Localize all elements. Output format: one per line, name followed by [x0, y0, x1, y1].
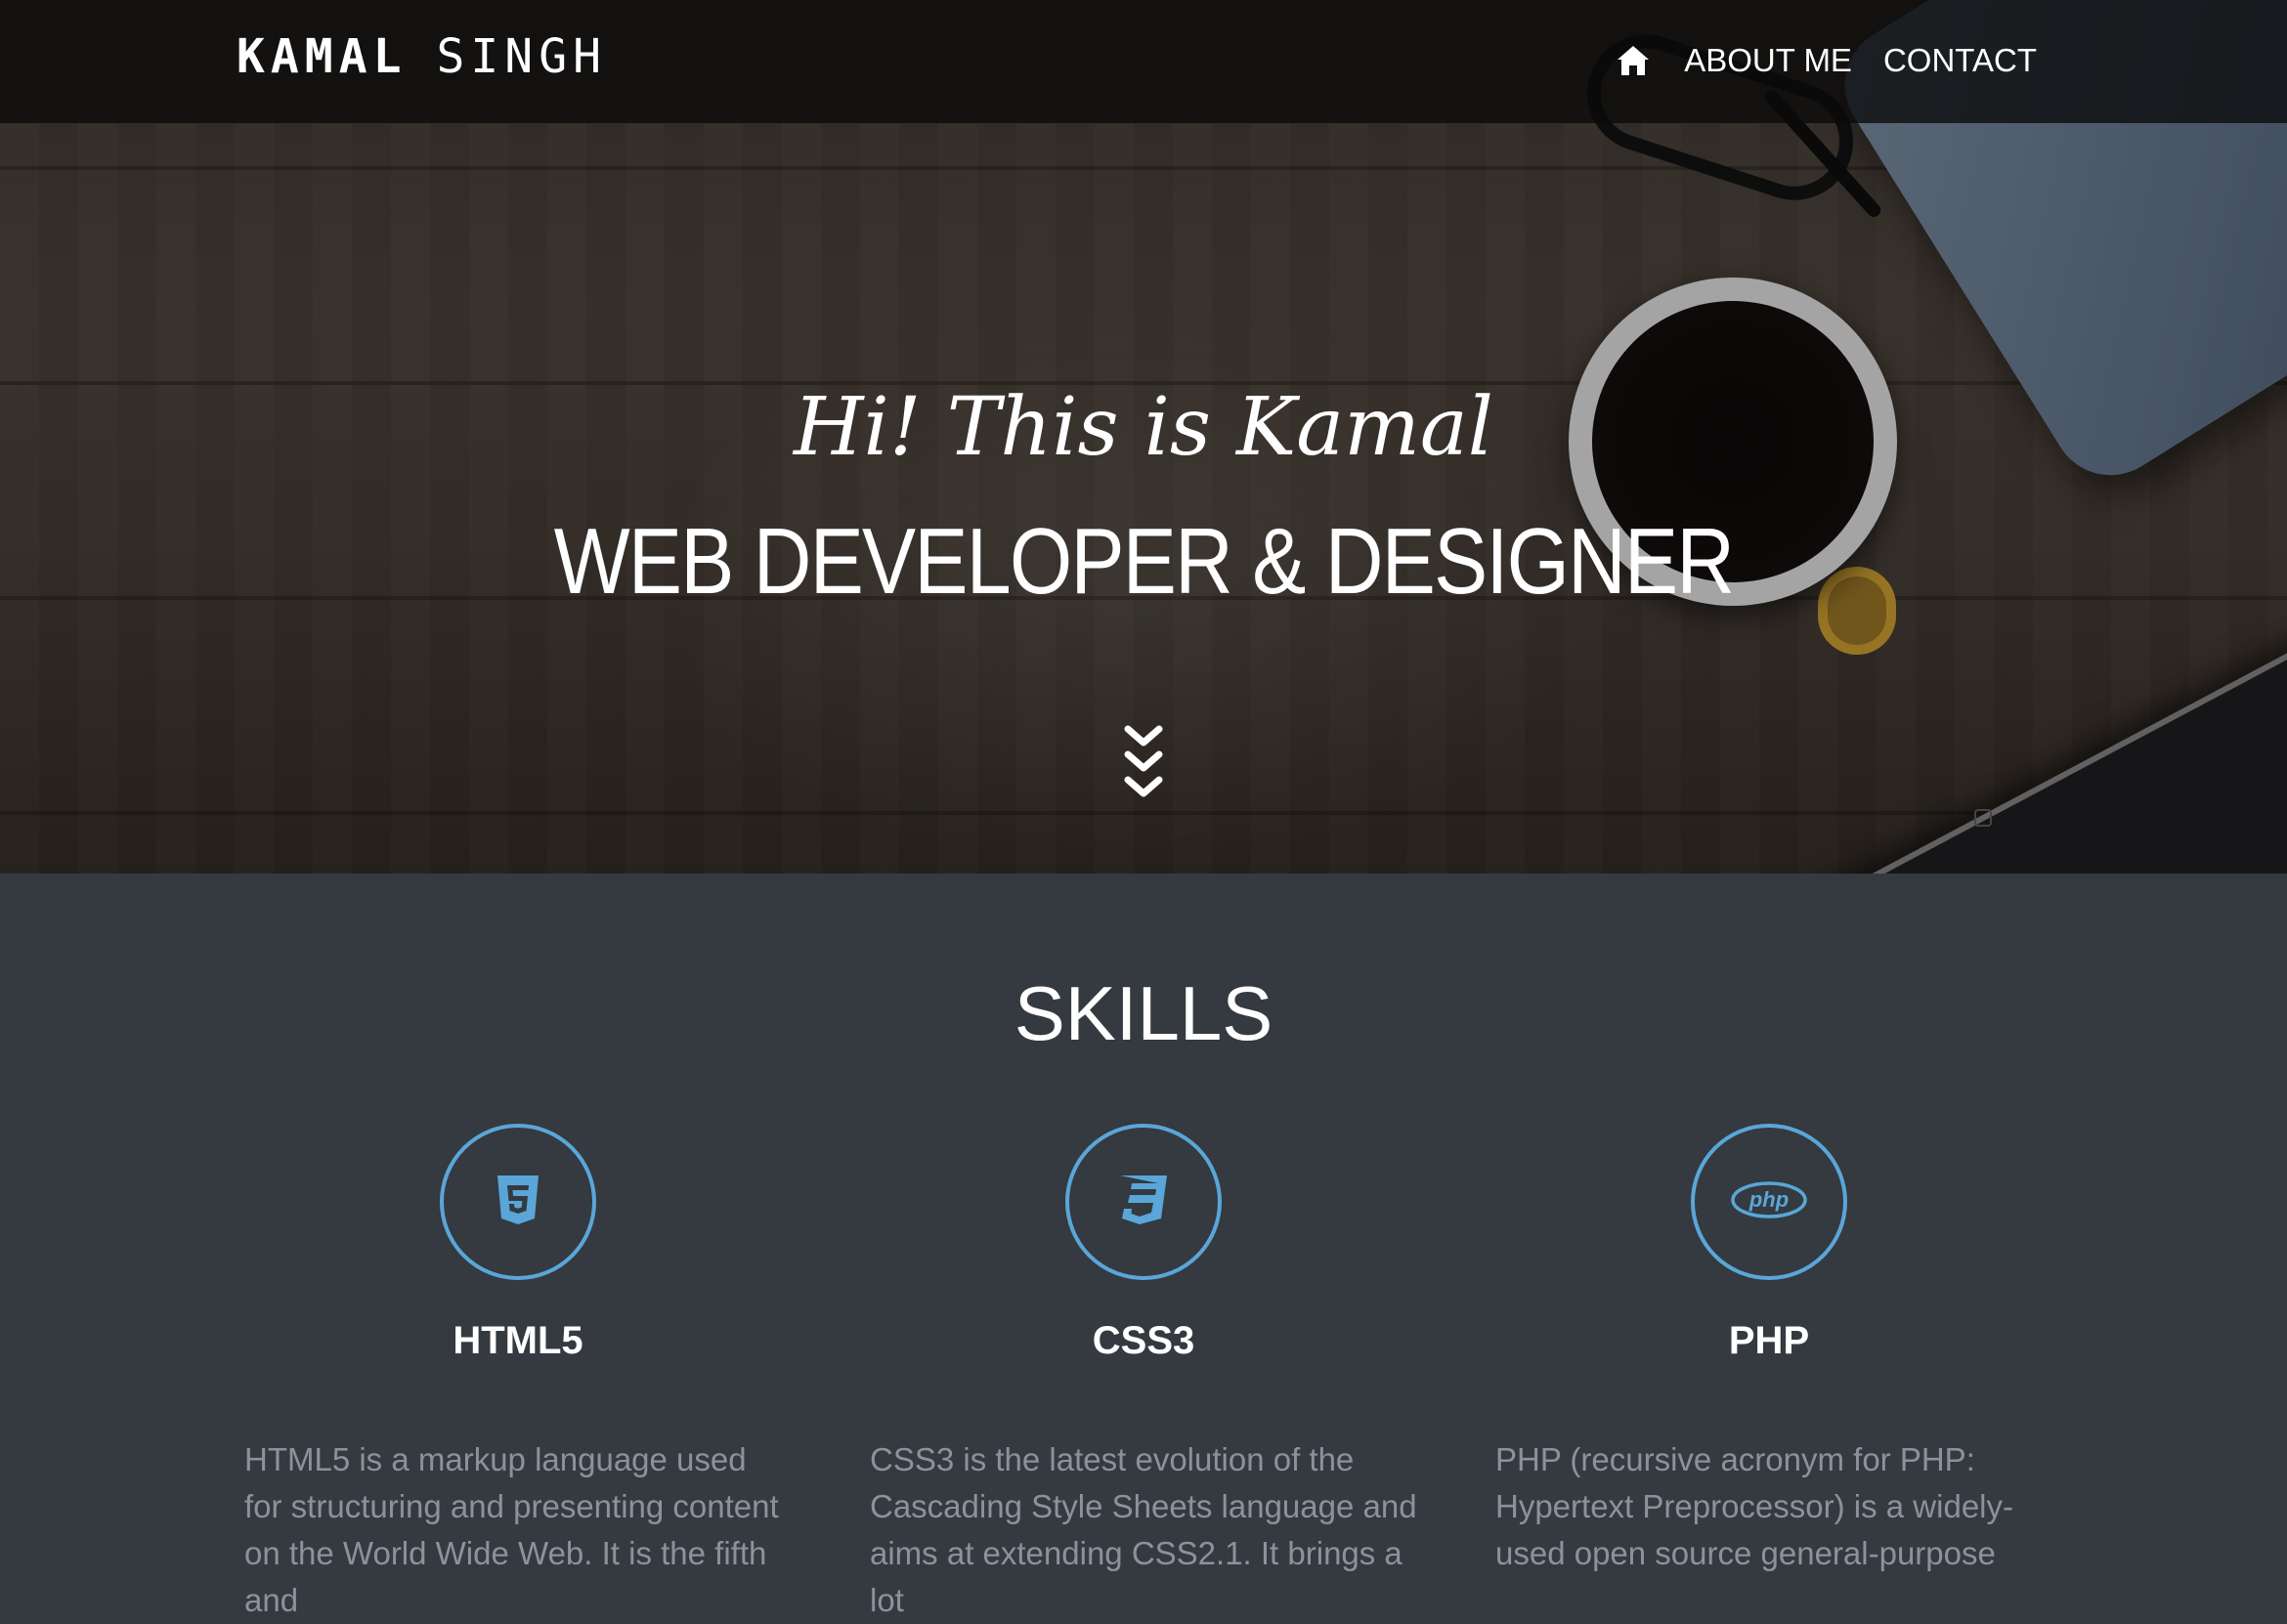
- html5-icon: [496, 1174, 540, 1231]
- skill-name-php: PHP: [1728, 1319, 1810, 1362]
- php-icon: php: [1730, 1180, 1808, 1224]
- skill-description-php: PHP (recursive acronym for PHP: Hypertex…: [1495, 1441, 2013, 1571]
- home-icon[interactable]: [1614, 41, 1653, 80]
- skills-section: SKILLS HTML5 HTML5 is a markup language …: [0, 874, 2287, 1618]
- brand-first-name: KAMAL: [237, 29, 408, 84]
- skill-icon-circle: php: [1691, 1124, 1847, 1280]
- skill-icon-circle: [1065, 1124, 1222, 1280]
- brand-last-name: SINGH: [436, 29, 607, 84]
- skill-name-html5: HTML5: [453, 1319, 583, 1362]
- skills-title: SKILLS: [1014, 970, 1273, 1056]
- skill-description-html5: HTML5 is a markup language used for stru…: [244, 1441, 779, 1618]
- navbar: KAMAL SINGH ABOUT ME CONTACT: [0, 0, 2287, 123]
- nav-item-contact[interactable]: CONTACT: [1883, 42, 2037, 79]
- svg-text:php: php: [1748, 1187, 1789, 1212]
- skill-description-css3: CSS3 is the latest evolution of the Casc…: [870, 1441, 1417, 1618]
- hero-greeting: Hi! This is Kamal: [793, 381, 1494, 474]
- skill-icon-circle: [440, 1124, 596, 1280]
- brand-logo[interactable]: KAMAL SINGH: [237, 29, 607, 84]
- nav-item-about-me[interactable]: ABOUT ME: [1684, 42, 1852, 79]
- css3-icon: [1116, 1174, 1171, 1231]
- hero-section: Hi! This is Kamal WEB DEVELOPER & DESIGN…: [0, 0, 2287, 874]
- chevrons-down-icon[interactable]: [1122, 723, 1165, 811]
- skill-name-css3: CSS3: [1092, 1319, 1195, 1362]
- nav-menu: ABOUT ME CONTACT: [1614, 41, 2037, 80]
- hero-role-title: WEB DEVELOPER & DESIGNER: [553, 509, 1735, 614]
